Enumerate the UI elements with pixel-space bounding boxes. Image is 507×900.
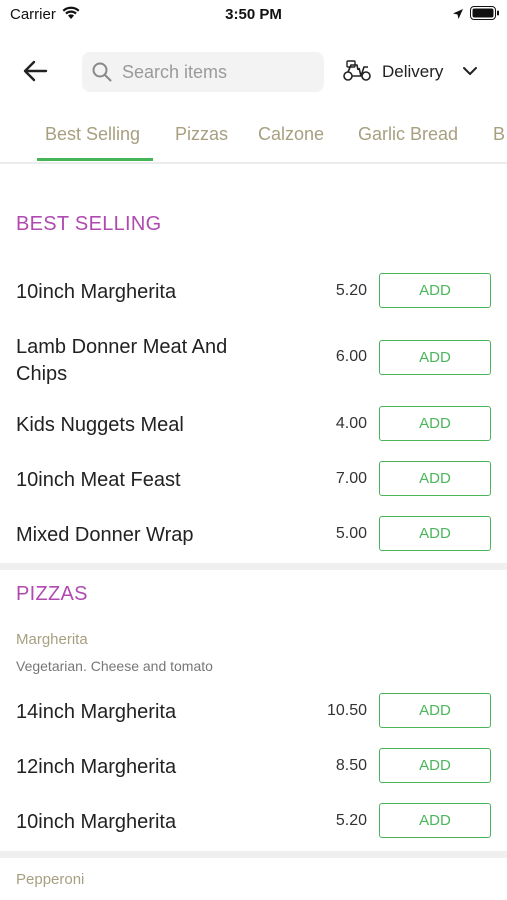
menu-item-name: Kids Nuggets Meal xyxy=(16,414,184,436)
tab-calzone[interactable]: Calzone xyxy=(258,124,324,145)
tab-pizzas[interactable]: Pizzas xyxy=(175,124,228,145)
search-input[interactable]: Search items xyxy=(82,52,324,92)
search-placeholder: Search items xyxy=(122,62,228,82)
menu-item-name: 12inch Margherita xyxy=(16,756,177,778)
section-title-pizzas: PIZZAS xyxy=(16,583,88,605)
item-group-title: Pepperoni xyxy=(16,871,85,888)
add-button[interactable]: ADD xyxy=(379,748,491,783)
menu-item-name: 10inch Margherita xyxy=(16,281,177,303)
header: Search items Delivery xyxy=(0,44,507,100)
chevron-down-icon xyxy=(462,64,478,82)
section-divider xyxy=(0,563,507,570)
clock: 3:50 PM xyxy=(225,6,282,23)
menu-item-price: 10.50 xyxy=(326,702,367,719)
status-bar: Carrier 3:50 PM xyxy=(0,0,507,28)
tab-garlic-bread[interactable]: Garlic Bread xyxy=(358,124,458,145)
tab-best-selling[interactable]: Best Selling xyxy=(45,124,140,145)
scooter-icon xyxy=(342,58,372,87)
add-button[interactable]: ADD xyxy=(379,406,491,441)
menu-item-name: Lamb Donner Meat And Chips xyxy=(16,336,228,385)
search-icon xyxy=(92,62,112,87)
tab-next-category[interactable]: B xyxy=(493,124,505,145)
menu-item-price: 5.20 xyxy=(335,812,367,829)
back-arrow-icon[interactable] xyxy=(22,58,52,86)
active-tab-indicator xyxy=(37,158,153,161)
category-tabs: Best Selling Pizzas Calzone Garlic Bread… xyxy=(0,112,507,164)
item-group-description: Vegetarian. Cheese and tomato xyxy=(16,658,213,674)
battery-icon xyxy=(470,6,500,25)
menu-item-price: 6.00 xyxy=(335,348,367,365)
menu-item-name: Mixed Donner Wrap xyxy=(16,524,194,546)
menu-item-price: 4.00 xyxy=(335,415,367,432)
section-title-best-selling: BEST SELLING xyxy=(16,213,162,235)
add-button[interactable]: ADD xyxy=(379,803,491,838)
menu-item-name: 10inch Meat Feast xyxy=(16,469,181,491)
menu-item-price: 8.50 xyxy=(335,757,367,774)
delivery-label: Delivery xyxy=(382,62,444,81)
group-divider xyxy=(0,851,507,858)
item-group-title: Margherita xyxy=(16,631,88,648)
add-button[interactable]: ADD xyxy=(379,273,491,308)
menu-item-price: 7.00 xyxy=(335,470,367,487)
add-button[interactable]: ADD xyxy=(379,461,491,496)
add-button[interactable]: ADD xyxy=(379,516,491,551)
add-button[interactable]: ADD xyxy=(379,693,491,728)
add-button[interactable]: ADD xyxy=(379,340,491,375)
menu-item-name: 10inch Margherita xyxy=(16,811,177,833)
menu-item-price: 5.20 xyxy=(335,282,367,299)
location-arrow-icon xyxy=(452,7,464,25)
menu-item-name: 14inch Margherita xyxy=(16,701,177,723)
menu-item-price: 5.00 xyxy=(335,525,367,542)
